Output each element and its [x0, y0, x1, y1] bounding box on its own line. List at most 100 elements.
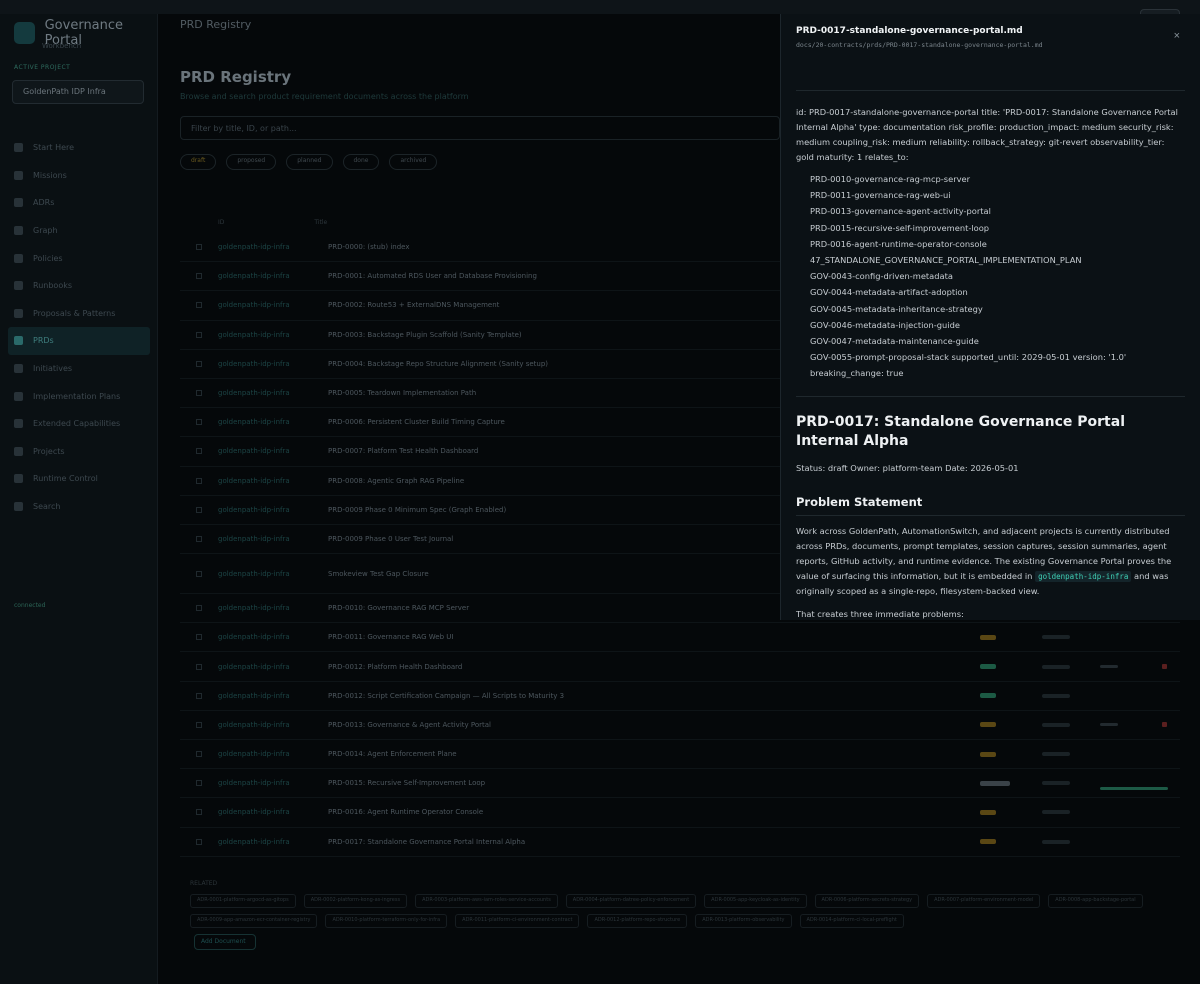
nav-icon — [14, 143, 23, 153]
related-tag[interactable]: ADR-0001-platform-argocd-as-gitops — [190, 894, 296, 908]
row-checkbox[interactable] — [196, 331, 202, 338]
row-checkbox[interactable] — [196, 360, 202, 367]
row-checkbox[interactable] — [196, 244, 202, 251]
sidebar-item-label: Projects — [33, 446, 65, 456]
row-title[interactable]: PRD-0014: Agent Enforcement Plane — [328, 750, 968, 758]
related-tag[interactable]: ADR-0005-app-keycloak-as-identity — [704, 894, 807, 908]
row-title[interactable]: PRD-0012: Platform Health Dashboard — [328, 663, 968, 671]
sidebar-item[interactable]: Graph — [14, 217, 150, 245]
related-tag[interactable]: ADR-0002-platform-kong-as-ingress — [303, 894, 408, 908]
row-checkbox[interactable] — [196, 390, 202, 397]
sidebar-item[interactable]: Initiatives — [14, 355, 150, 383]
row-title[interactable]: PRD-0016: Agent Runtime Operator Console — [328, 808, 968, 816]
row-checkbox[interactable] — [196, 570, 202, 577]
row-checkbox[interactable] — [196, 477, 202, 484]
row-checkbox[interactable] — [196, 448, 202, 455]
sidebar-item[interactable]: Extended Capabilities — [14, 410, 150, 438]
table-row[interactable]: goldenpath-idp-infra PRD-0015: Recursive … — [180, 769, 1180, 799]
sidebar-item[interactable]: Runtime Control — [14, 465, 150, 493]
row-checkbox[interactable] — [196, 273, 202, 280]
drawer-body: id: PRD-0017-standalone-governance-porta… — [781, 90, 1200, 620]
related-tag[interactable]: ADR-0013-platform-observability — [695, 914, 792, 928]
list-item: GOV-0046-metadata-injection-guide — [810, 319, 960, 330]
table-row[interactable]: goldenpath-idp-infra PRD-0017: Standalone… — [180, 828, 1180, 857]
row-checkbox[interactable] — [196, 721, 202, 728]
sidebar-item-label: Implementation Plans — [33, 391, 121, 401]
project-select[interactable]: GoldenPath IDP Infra — [12, 80, 144, 104]
divider — [796, 90, 1185, 91]
section-heading: Problem Statement — [796, 495, 1185, 516]
row-path: goldenpath-idp-infra — [218, 633, 290, 642]
row-title[interactable]: PRD-0015: Recursive Self-Improvement Loo… — [328, 779, 968, 787]
sidebar-item[interactable]: Search — [14, 493, 150, 521]
sidebar-item-label: Extended Capabilities — [33, 419, 121, 429]
brand-subtitle: Workbench — [42, 42, 82, 50]
related-tag[interactable]: ADR-0011-platform-ci-environment-contrac… — [455, 914, 580, 928]
related-tag[interactable]: ADR-0007-platform-environment-model — [927, 894, 1041, 908]
row-indicator — [1100, 665, 1118, 669]
row-checkbox[interactable] — [196, 302, 202, 309]
sidebar-item[interactable]: Start Here — [14, 134, 150, 162]
filter-chip[interactable]: planned — [286, 154, 333, 170]
brand[interactable]: Governance Portal — [14, 18, 157, 48]
filter-chip[interactable]: proposed — [226, 154, 277, 170]
inline-code: goldenpath-idp-infra — [1035, 570, 1132, 582]
sidebar-item-label: Runtime Control — [33, 474, 98, 484]
search-input[interactable]: Filter by title, ID, or path... — [180, 116, 780, 140]
sidebar-item[interactable]: Proposals & Patterns — [14, 300, 150, 328]
row-title[interactable]: PRD-0017: Standalone Governance Portal I… — [328, 838, 968, 846]
drawer-path: docs/20-contracts/prds/PRD-0017-standalo… — [796, 41, 1043, 49]
table-row[interactable]: goldenpath-idp-infra PRD-0013: Governance… — [180, 711, 1180, 740]
sidebar-item[interactable]: Policies — [14, 244, 150, 272]
related-tag[interactable]: ADR-0003-platform-aws-iam-roles-service-… — [415, 894, 558, 908]
table-row[interactable]: goldenpath-idp-infra PRD-0011: Governance… — [180, 623, 1180, 653]
row-title[interactable]: PRD-0011: Governance RAG Web UI — [328, 633, 968, 641]
row-checkbox[interactable] — [196, 634, 202, 641]
table-row[interactable]: goldenpath-idp-infra PRD-0016: Agent Runt… — [180, 798, 1180, 828]
sidebar-item[interactable]: Runbooks — [14, 272, 150, 300]
sidebar-item[interactable]: ADRs — [14, 189, 150, 217]
row-path: goldenpath-idp-infra — [218, 750, 290, 759]
list-item: GOV-0055-prompt-proposal-stack supported… — [810, 352, 1127, 379]
filter-chip[interactable]: archived — [389, 154, 438, 170]
sidebar-item[interactable]: Projects — [14, 438, 150, 466]
row-path: goldenpath-idp-infra — [218, 720, 290, 729]
row-flag-icon — [1162, 722, 1167, 728]
add-document-button[interactable]: Add Document — [194, 934, 256, 950]
row-title[interactable]: PRD-0012: Script Certification Campaign … — [328, 692, 968, 700]
row-checkbox[interactable] — [196, 506, 202, 513]
table-row[interactable]: goldenpath-idp-infra PRD-0012: Platform H… — [180, 652, 1180, 682]
filter-chip[interactable]: draft — [180, 154, 217, 170]
related-tag[interactable]: ADR-0004-platform-datree-policy-enforcem… — [565, 894, 697, 908]
table-row[interactable]: goldenpath-idp-infra PRD-0012: Script Cer… — [180, 682, 1180, 711]
filter-chip[interactable]: done — [342, 154, 380, 170]
sidebar-item[interactable]: Missions — [14, 162, 150, 190]
nav-icon — [14, 308, 23, 318]
row-path: goldenpath-idp-infra — [218, 330, 290, 339]
table-row[interactable]: goldenpath-idp-infra PRD-0014: Agent Enfo… — [180, 740, 1180, 770]
sidebar-item[interactable]: Implementation Plans — [14, 382, 150, 410]
row-checkbox[interactable] — [196, 838, 202, 845]
related-tag[interactable]: ADR-0009-app-amazon-ecr-container-regist… — [190, 914, 318, 928]
row-checkbox[interactable] — [196, 605, 202, 612]
close-icon[interactable]: × — [1174, 30, 1180, 42]
row-checkbox[interactable] — [196, 663, 202, 670]
row-path: goldenpath-idp-infra — [218, 779, 290, 788]
row-checkbox[interactable] — [196, 692, 202, 699]
related-tag[interactable]: ADR-0006-platform-secrets-strategy — [814, 894, 920, 908]
relates-to-list: PRD-0010-governance-rag-mcp-server PRD-00… — [796, 171, 1185, 382]
row-checkbox[interactable] — [196, 780, 202, 787]
row-checkbox[interactable] — [196, 535, 202, 542]
related-tag[interactable]: ADR-0010-platform-terraform-only-for-inf… — [325, 914, 448, 928]
related-tag[interactable]: ADR-0012-platform-repo-structure — [587, 914, 688, 928]
row-title[interactable]: PRD-0013: Governance & Agent Activity Po… — [328, 721, 968, 729]
sidebar-item[interactable]: PRDs — [8, 327, 150, 355]
related-tag[interactable]: ADR-0008-app-backstage-portal — [1048, 894, 1143, 908]
row-checkbox[interactable] — [196, 809, 202, 816]
related-tag[interactable]: ADR-0014-platform-ci-local-preflight — [799, 914, 904, 928]
row-path: goldenpath-idp-infra — [218, 418, 290, 427]
nav-icon — [14, 446, 23, 456]
row-checkbox[interactable] — [196, 419, 202, 426]
row-checkbox[interactable] — [196, 751, 202, 758]
row-path: goldenpath-idp-infra — [218, 389, 290, 398]
